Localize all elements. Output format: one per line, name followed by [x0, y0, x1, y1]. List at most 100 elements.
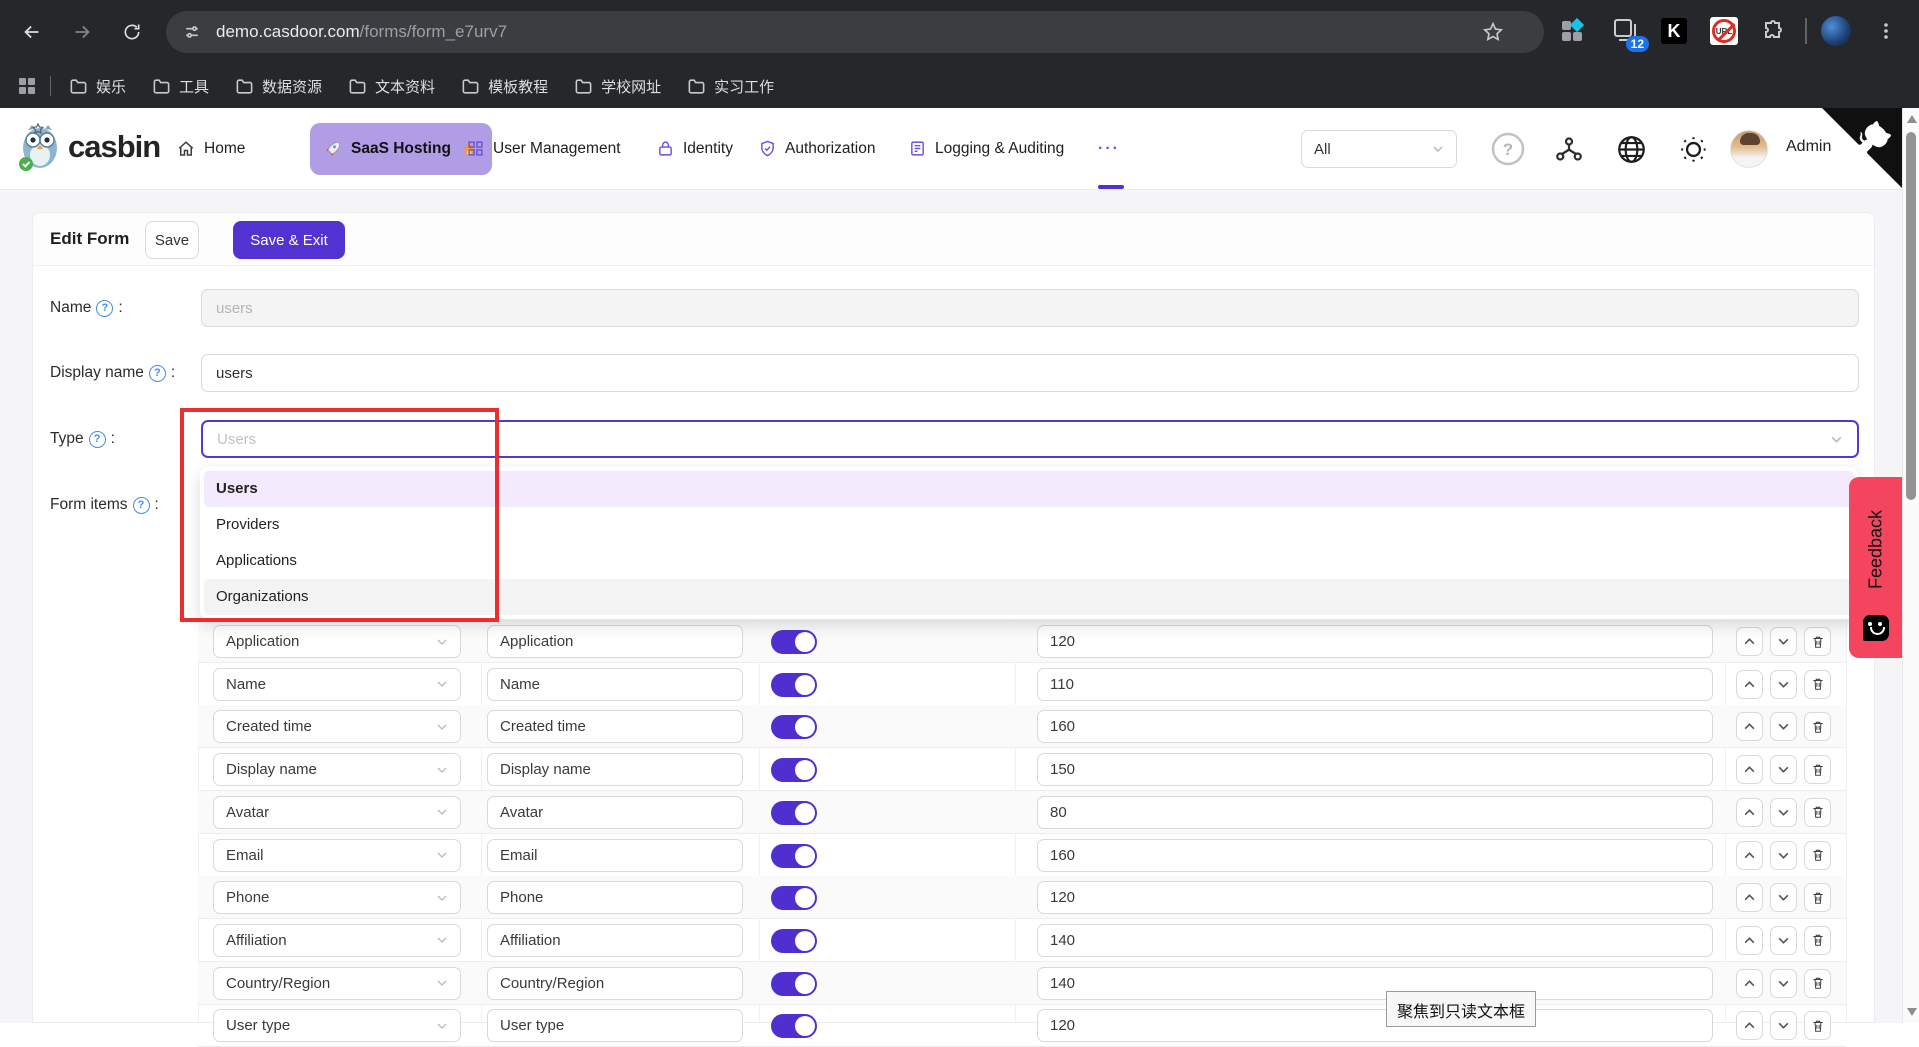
- feedback-ribbon[interactable]: Feedback: [1849, 477, 1902, 658]
- row-move-up-button[interactable]: [1736, 627, 1763, 656]
- github-corner-icon[interactable]: [1822, 108, 1902, 188]
- row-name-select[interactable]: Email: [213, 839, 461, 872]
- bookmark-folder[interactable]: 模板教程: [461, 76, 548, 97]
- row-visible-toggle[interactable]: [771, 801, 817, 825]
- user-avatar[interactable]: [1730, 130, 1768, 168]
- row-move-down-button[interactable]: [1770, 926, 1797, 955]
- row-delete-button[interactable]: [1804, 627, 1831, 656]
- row-name-select[interactable]: Country/Region: [213, 967, 461, 1000]
- help-icon[interactable]: ?: [133, 497, 150, 514]
- row-delete-button[interactable]: [1804, 883, 1831, 912]
- dropdown-option[interactable]: Providers: [204, 507, 1854, 543]
- help-icon[interactable]: ?: [96, 300, 113, 317]
- row-delete-button[interactable]: [1804, 712, 1831, 741]
- page-scrollbar[interactable]: [1902, 108, 1919, 1023]
- workspace-extension-icon[interactable]: [1555, 14, 1589, 48]
- bookmark-folder[interactable]: 数据资源: [235, 76, 322, 97]
- browser-menu-icon[interactable]: [1869, 14, 1903, 48]
- row-move-down-button[interactable]: [1770, 670, 1797, 699]
- row-move-up-button[interactable]: [1736, 1011, 1763, 1040]
- row-move-down-button[interactable]: [1770, 841, 1797, 870]
- row-visible-toggle[interactable]: [771, 972, 817, 996]
- bookmark-folder[interactable]: 娱乐: [69, 76, 126, 97]
- nav-item-user-management[interactable]: User Management: [466, 108, 621, 189]
- row-delete-button[interactable]: [1804, 841, 1831, 870]
- row-name-select[interactable]: Application: [213, 625, 461, 658]
- row-move-up-button[interactable]: [1736, 969, 1763, 998]
- nav-item-overflow[interactable]: ···: [1098, 108, 1120, 189]
- row-width-input[interactable]: 120: [1037, 881, 1713, 914]
- row-move-down-button[interactable]: [1770, 883, 1797, 912]
- row-display-name-input[interactable]: Name: [487, 668, 743, 701]
- nav-item-identity[interactable]: Identity: [656, 108, 733, 189]
- row-delete-button[interactable]: [1804, 798, 1831, 827]
- row-name-select[interactable]: User type: [213, 1009, 461, 1042]
- row-display-name-input[interactable]: Display name: [487, 753, 743, 786]
- row-display-name-input[interactable]: Phone: [487, 881, 743, 914]
- help-icon[interactable]: ?: [1491, 132, 1525, 166]
- k-extension-icon[interactable]: K: [1657, 14, 1691, 48]
- row-delete-button[interactable]: [1804, 969, 1831, 998]
- casbin-logo[interactable]: casbin: [18, 122, 160, 172]
- help-icon[interactable]: ?: [149, 365, 166, 382]
- row-visible-toggle[interactable]: [771, 844, 817, 868]
- row-visible-toggle[interactable]: [771, 1014, 817, 1038]
- row-visible-toggle[interactable]: [771, 715, 817, 739]
- row-name-select[interactable]: Created time: [213, 710, 461, 743]
- row-delete-button[interactable]: [1804, 926, 1831, 955]
- row-move-up-button[interactable]: [1736, 712, 1763, 741]
- row-name-select[interactable]: Affiliation: [213, 924, 461, 957]
- browser-profile-avatar[interactable]: [1819, 14, 1853, 48]
- scrollbar-up-arrow[interactable]: [1907, 115, 1917, 123]
- row-move-down-button[interactable]: [1770, 969, 1797, 998]
- row-display-name-input[interactable]: Email: [487, 839, 743, 872]
- dropdown-option[interactable]: Applications: [204, 543, 1854, 579]
- row-display-name-input[interactable]: User type: [487, 1009, 743, 1042]
- nav-item-authorization[interactable]: Authorization: [758, 108, 875, 189]
- row-move-down-button[interactable]: [1770, 1011, 1797, 1040]
- row-move-up-button[interactable]: [1736, 670, 1763, 699]
- bookmark-folder[interactable]: 实习工作: [687, 76, 774, 97]
- url-blocker-extension-icon[interactable]: URL: [1707, 14, 1741, 48]
- dropdown-option[interactable]: Organizations: [204, 579, 1854, 615]
- row-move-up-button[interactable]: [1736, 883, 1763, 912]
- row-width-input[interactable]: 110: [1037, 668, 1713, 701]
- forward-icon[interactable]: [66, 16, 98, 48]
- type-select[interactable]: Users: [201, 420, 1859, 458]
- row-move-down-button[interactable]: [1770, 755, 1797, 784]
- row-width-input[interactable]: 120: [1037, 625, 1713, 658]
- save-and-exit-button[interactable]: Save & Exit: [233, 221, 345, 259]
- row-width-input[interactable]: 160: [1037, 710, 1713, 743]
- address-bar[interactable]: demo.casdoor.com/forms/form_e7urv7: [166, 11, 1544, 53]
- site-settings-icon[interactable]: [182, 22, 202, 42]
- row-move-up-button[interactable]: [1736, 926, 1763, 955]
- save-button[interactable]: Save: [145, 221, 199, 259]
- row-move-up-button[interactable]: [1736, 755, 1763, 784]
- row-display-name-input[interactable]: Affiliation: [487, 924, 743, 957]
- language-globe-icon[interactable]: [1614, 132, 1648, 166]
- sitemap-icon[interactable]: [1552, 132, 1586, 166]
- row-visible-toggle[interactable]: [771, 673, 817, 697]
- row-display-name-input[interactable]: Country/Region: [487, 967, 743, 1000]
- extensions-puzzle-icon[interactable]: [1757, 14, 1791, 48]
- display-name-input[interactable]: users: [201, 354, 1859, 392]
- name-input[interactable]: users: [201, 289, 1859, 327]
- nav-item-saas-hosting[interactable]: SaaS Hosting: [310, 123, 492, 175]
- row-move-down-button[interactable]: [1770, 712, 1797, 741]
- dropdown-option[interactable]: Users: [204, 471, 1854, 507]
- row-width-input[interactable]: 140: [1037, 924, 1713, 957]
- theme-sun-icon[interactable]: [1676, 132, 1710, 166]
- row-width-input[interactable]: 120: [1037, 1009, 1713, 1042]
- row-delete-button[interactable]: [1804, 755, 1831, 784]
- row-width-input[interactable]: 150: [1037, 753, 1713, 786]
- scrollbar-thumb[interactable]: [1906, 132, 1916, 500]
- nav-item-home[interactable]: Home: [177, 108, 245, 189]
- apps-grid-icon[interactable]: [16, 75, 38, 97]
- row-move-down-button[interactable]: [1770, 627, 1797, 656]
- organization-filter-select[interactable]: All: [1301, 130, 1457, 168]
- row-width-input[interactable]: 80: [1037, 796, 1713, 829]
- row-visible-toggle[interactable]: [771, 886, 817, 910]
- row-delete-button[interactable]: [1804, 1011, 1831, 1040]
- row-display-name-input[interactable]: Created time: [487, 710, 743, 743]
- bookmark-folder[interactable]: 文本资料: [348, 76, 435, 97]
